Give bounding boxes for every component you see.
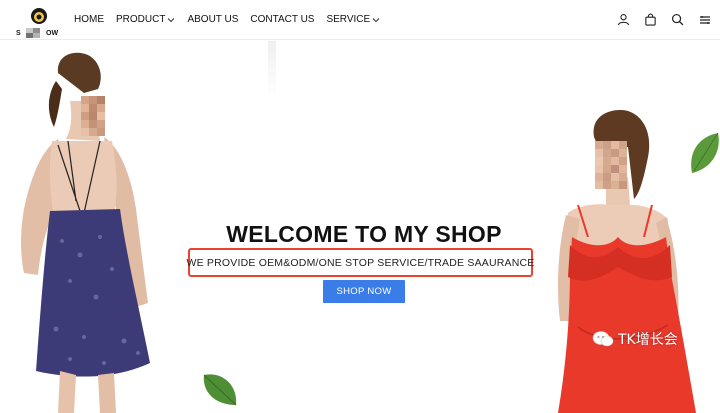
hero-background-streak bbox=[268, 41, 276, 101]
bag-icon bbox=[645, 13, 656, 26]
right-model-face-pixelation bbox=[595, 141, 627, 189]
nav-service[interactable]: SERVICE bbox=[326, 14, 380, 25]
watermark: TK增长会 bbox=[592, 329, 678, 349]
hero-banner: WELCOME TO MY SHOP WE PROVIDE OEM&ODM/ON… bbox=[0, 41, 720, 413]
header-tools bbox=[616, 12, 712, 27]
nav-about-label: ABOUT US bbox=[187, 14, 239, 25]
nav-home[interactable]: HOME bbox=[74, 14, 104, 25]
hero-subtitle: WE PROVIDE OEM&ODM/ONE STOP SERVICE/TRAD… bbox=[186, 256, 535, 269]
hero-subtitle-highlight: WE PROVIDE OEM&ODM/ONE STOP SERVICE/TRAD… bbox=[186, 248, 535, 277]
account-button[interactable] bbox=[616, 12, 631, 27]
watermark-text: TK增长会 bbox=[618, 332, 678, 348]
logo-mark-icon bbox=[31, 8, 47, 24]
wechat-icon bbox=[592, 331, 614, 347]
menu-icon bbox=[699, 15, 710, 24]
nav-product-label: PRODUCT bbox=[116, 14, 166, 25]
chevron-down-icon bbox=[372, 17, 380, 22]
logo-text-right: OW bbox=[46, 30, 59, 37]
nav-about[interactable]: ABOUT US bbox=[187, 14, 238, 25]
cart-button[interactable] bbox=[643, 12, 658, 27]
nav-home-label: HOME bbox=[74, 14, 104, 25]
menu-button[interactable] bbox=[697, 12, 712, 27]
logo-text-left: S bbox=[16, 30, 21, 37]
nav-contact[interactable]: CONTACT US bbox=[250, 14, 314, 25]
nav-contact-label: CONTACT US bbox=[250, 14, 315, 25]
user-icon bbox=[617, 14, 630, 26]
leaf-bottom-center bbox=[203, 374, 237, 406]
leaf-top-right bbox=[691, 132, 719, 173]
main-nav: HOME PRODUCT ABOUT US CONTACT US SERVICE bbox=[74, 14, 380, 25]
hero-title: WELCOME TO MY SHOP bbox=[226, 221, 502, 247]
search-icon bbox=[671, 13, 684, 26]
site-header: S OW HOME PRODUCT ABOUT US CONTACT US SE… bbox=[0, 0, 720, 40]
shop-now-button[interactable]: SHOP NOW bbox=[323, 280, 405, 303]
search-button[interactable] bbox=[670, 12, 685, 27]
chevron-down-icon bbox=[168, 17, 175, 22]
logo-pixelated-area bbox=[26, 28, 40, 38]
nav-service-label: SERVICE bbox=[326, 14, 371, 25]
left-model-face-pixelation bbox=[81, 96, 105, 136]
nav-product[interactable]: PRODUCT bbox=[116, 14, 175, 25]
site-logo[interactable]: S OW bbox=[14, 4, 60, 38]
